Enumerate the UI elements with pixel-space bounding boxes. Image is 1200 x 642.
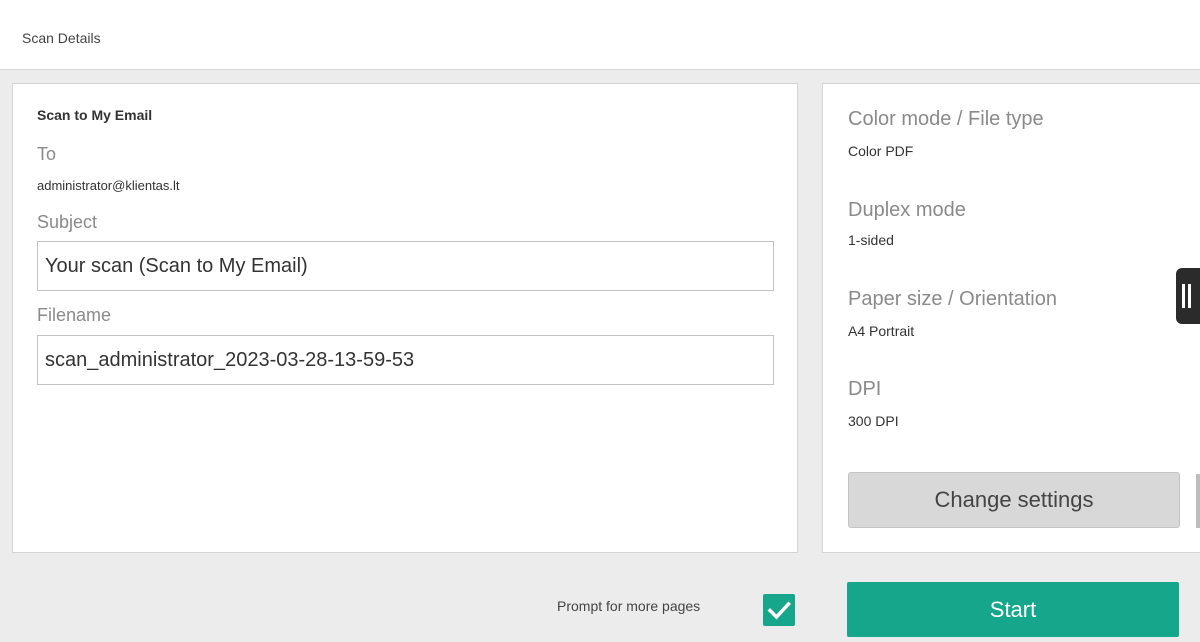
subject-label: Subject (37, 212, 98, 232)
duplex-mode-value: 1-sided (848, 232, 894, 248)
dpi-value: 300 DPI (848, 413, 899, 429)
paper-size-label: Paper size / Orientation (848, 288, 1057, 310)
prompt-more-pages-checkbox[interactable] (763, 594, 795, 626)
duplex-mode-label: Duplex mode (848, 199, 966, 221)
start-button[interactable]: Start (847, 582, 1179, 637)
page-title: Scan Details (22, 30, 101, 46)
filename-label: Filename (37, 305, 112, 325)
subject-input[interactable] (37, 241, 774, 291)
dpi-label: DPI (848, 378, 882, 400)
side-strip (1196, 474, 1200, 528)
settings-panel: Color mode / File type Color PDF Duplex … (822, 83, 1200, 553)
paper-size-value: A4 Portrait (848, 323, 915, 339)
check-icon (767, 601, 791, 620)
change-settings-button[interactable]: Change settings (848, 472, 1180, 528)
header-bar: Scan Details (0, 0, 1200, 70)
section-title: Scan to My Email (37, 107, 153, 123)
prompt-more-pages-label: Prompt for more pages (557, 598, 701, 614)
to-value: administrator@klientas.lt (37, 178, 180, 193)
side-panel-handle[interactable] (1176, 268, 1200, 324)
to-label: To (37, 144, 57, 164)
scan-form-panel: Scan to My Email To administrator@klient… (12, 83, 798, 553)
filename-input[interactable] (37, 335, 774, 385)
color-mode-label: Color mode / File type (848, 108, 1044, 130)
color-mode-value: Color PDF (848, 143, 914, 159)
